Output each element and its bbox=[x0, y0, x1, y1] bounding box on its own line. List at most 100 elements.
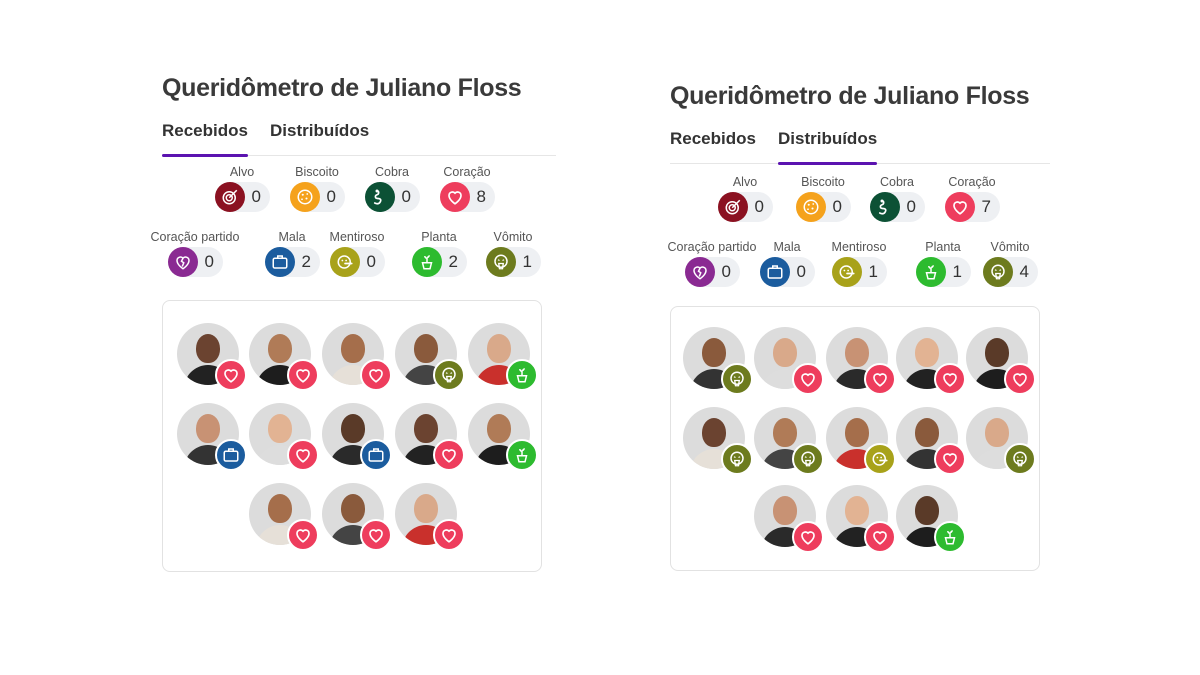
reaction-count-pill[interactable]: 0 bbox=[214, 182, 270, 212]
vomit-face-icon bbox=[433, 359, 465, 391]
heart-icon bbox=[433, 519, 465, 551]
tab-distribuidos[interactable]: Distribuídos bbox=[777, 124, 878, 165]
reaction-count-pill[interactable]: 0 bbox=[167, 247, 223, 277]
reaction-count: 0 bbox=[721, 262, 731, 281]
reaction-count-pill[interactable]: 8 bbox=[439, 182, 495, 212]
participant-card[interactable] bbox=[177, 323, 247, 391]
participant-card[interactable] bbox=[966, 327, 1036, 395]
participant-card[interactable] bbox=[754, 485, 824, 553]
participant-card[interactable] bbox=[249, 483, 319, 551]
vomit-face-icon bbox=[982, 257, 1013, 287]
liar-face-icon bbox=[831, 257, 862, 287]
participant-card[interactable] bbox=[683, 407, 753, 475]
liar-face-icon bbox=[329, 247, 360, 277]
participant-card[interactable] bbox=[826, 485, 896, 553]
participant-card[interactable] bbox=[322, 483, 392, 551]
reaction-label: Coração bbox=[948, 175, 996, 189]
avatar-head bbox=[773, 496, 797, 525]
avatar-head bbox=[985, 418, 1009, 447]
heart-icon bbox=[944, 192, 975, 222]
reaction-summary: Alvo 0 Biscoito 0 Cobra 0 Coração 8 Coração part… bbox=[151, 156, 558, 296]
participant-card[interactable] bbox=[395, 403, 465, 471]
participant-card[interactable] bbox=[322, 403, 392, 471]
heart-icon bbox=[360, 519, 392, 551]
reaction-count-pill[interactable]: 0 bbox=[795, 192, 851, 222]
reaction-count-pill[interactable]: 1 bbox=[915, 257, 971, 287]
avatar-head bbox=[414, 414, 438, 443]
suitcase-icon bbox=[759, 257, 790, 287]
broken-heart-icon bbox=[684, 257, 715, 287]
reaction-label: Mentiroso bbox=[329, 230, 385, 244]
participant-card[interactable] bbox=[249, 323, 319, 391]
reaction-coracao: Coração 7 bbox=[927, 174, 1017, 222]
reaction-mentiroso: Mentiroso 0 bbox=[312, 229, 402, 277]
reaction-count-pill[interactable]: 0 bbox=[289, 182, 345, 212]
participant-card[interactable] bbox=[322, 323, 392, 391]
heart-icon bbox=[287, 359, 319, 391]
heart-icon bbox=[215, 359, 247, 391]
reaction-count: 2 bbox=[301, 252, 311, 271]
reaction-count-pill[interactable]: 1 bbox=[831, 257, 887, 287]
avatar-head bbox=[773, 338, 797, 367]
plant-icon bbox=[915, 257, 946, 287]
heart-icon bbox=[287, 519, 319, 551]
reaction-count-pill[interactable]: 0 bbox=[329, 247, 385, 277]
participant-card[interactable] bbox=[754, 407, 824, 475]
reaction-count: 0 bbox=[366, 252, 376, 271]
participant-card[interactable] bbox=[896, 407, 966, 475]
participant-card[interactable] bbox=[896, 327, 966, 395]
participant-card[interactable] bbox=[468, 403, 538, 471]
tab-bar: Recebidos Distribuídos bbox=[670, 124, 1050, 165]
participant-card[interactable] bbox=[683, 327, 753, 395]
broken-heart-icon bbox=[167, 247, 198, 277]
avatar-head bbox=[845, 496, 869, 525]
avatar-head bbox=[845, 338, 869, 367]
participant-card[interactable] bbox=[177, 403, 247, 471]
vomit-face-icon bbox=[792, 443, 824, 475]
reaction-coracao-partido: Coração partido 0 bbox=[150, 229, 240, 277]
avatar-head bbox=[702, 338, 726, 367]
participants-grid bbox=[162, 300, 542, 572]
reaction-count-pill[interactable]: 4 bbox=[982, 257, 1038, 287]
participant-card[interactable] bbox=[395, 323, 465, 391]
participant-card[interactable] bbox=[249, 403, 319, 471]
reaction-count-pill[interactable]: 0 bbox=[717, 192, 773, 222]
reaction-count-pill[interactable]: 0 bbox=[869, 192, 925, 222]
participants-grid bbox=[670, 306, 1040, 571]
plant-icon bbox=[506, 359, 538, 391]
reaction-count: 0 bbox=[796, 262, 806, 281]
heart-icon bbox=[934, 363, 966, 395]
reaction-vomito: Vômito 1 bbox=[468, 229, 558, 277]
avatar-head bbox=[845, 418, 869, 447]
avatar-head bbox=[196, 334, 220, 363]
reaction-count-pill[interactable]: 7 bbox=[944, 192, 1000, 222]
snake-icon bbox=[869, 192, 900, 222]
reaction-count: 0 bbox=[906, 197, 916, 216]
avatar-head bbox=[773, 418, 797, 447]
reaction-count: 0 bbox=[754, 197, 764, 216]
suitcase-icon bbox=[264, 247, 295, 277]
participant-card[interactable] bbox=[826, 407, 896, 475]
participant-card[interactable] bbox=[754, 327, 824, 395]
participant-card[interactable] bbox=[395, 483, 465, 551]
heart-icon bbox=[360, 359, 392, 391]
reaction-count: 0 bbox=[832, 197, 842, 216]
reaction-count-pill[interactable]: 0 bbox=[684, 257, 740, 287]
reaction-count-pill[interactable]: 0 bbox=[759, 257, 815, 287]
reaction-count: 4 bbox=[1019, 262, 1029, 281]
tab-distribuidos[interactable]: Distribuídos bbox=[270, 116, 369, 156]
reaction-count-pill[interactable]: 2 bbox=[411, 247, 467, 277]
panel-title: Queridômetro de Juliano Floss bbox=[162, 74, 522, 102]
tab-recebidos[interactable]: Recebidos bbox=[670, 124, 756, 164]
participant-card[interactable] bbox=[826, 327, 896, 395]
tab-recebidos[interactable]: Recebidos bbox=[162, 116, 248, 157]
participant-card[interactable] bbox=[468, 323, 538, 391]
reaction-count-pill[interactable]: 0 bbox=[364, 182, 420, 212]
participant-card[interactable] bbox=[966, 407, 1036, 475]
avatar-head bbox=[985, 338, 1009, 367]
heart-icon bbox=[792, 363, 824, 395]
vomit-face-icon bbox=[1004, 443, 1036, 475]
participant-card[interactable] bbox=[896, 485, 966, 553]
avatar-head bbox=[702, 418, 726, 447]
reaction-count-pill[interactable]: 1 bbox=[485, 247, 541, 277]
